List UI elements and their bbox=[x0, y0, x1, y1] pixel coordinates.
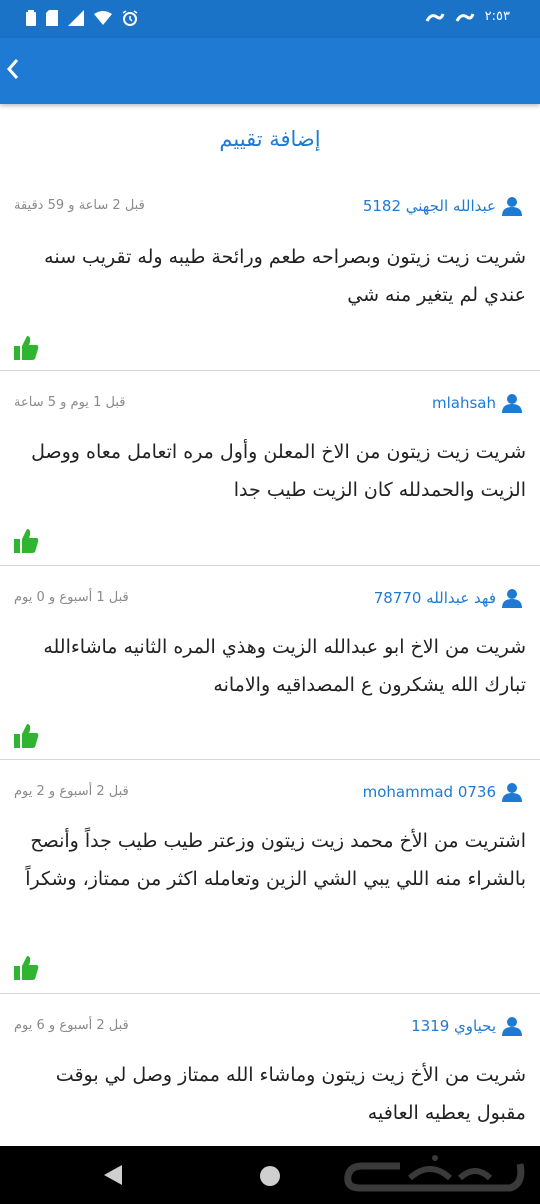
review-item: يحياوي 1319 قبل 2 أسبوع و 6 يوم شريت من … bbox=[0, 994, 540, 1155]
review-time: قبل 2 أسبوع و 6 يوم bbox=[14, 1018, 129, 1033]
review-text: شريت من الأخ زيت زيتون وماشاء الله ممتاز… bbox=[55, 1064, 526, 1124]
review-time: قبل 2 أسبوع و 2 يوم bbox=[14, 784, 129, 799]
status-right: ٢:٥٣ bbox=[425, 9, 510, 24]
app-notification-icon bbox=[455, 12, 475, 22]
user-icon bbox=[502, 394, 522, 413]
review-user[interactable]: فهد عبدالله 78770 bbox=[374, 588, 522, 608]
review-text: شريت من الاخ ابو عبدالله الزيت وهذي المر… bbox=[43, 636, 526, 696]
back-button[interactable] bbox=[6, 54, 26, 84]
battery-icon bbox=[26, 10, 36, 26]
review-time: قبل 1 أسبوع و 0 يوم bbox=[14, 590, 129, 605]
review-text: شريت زيت زيتون وبصراحه طعم ورائحة طيبه و… bbox=[44, 246, 526, 306]
alarm-icon bbox=[122, 10, 138, 26]
app-bar bbox=[0, 38, 540, 104]
status-time: ٢:٥٣ bbox=[484, 9, 510, 24]
app-notification-icon bbox=[425, 12, 445, 22]
review-user-name: mlahsah bbox=[432, 394, 496, 412]
review-item: عبدالله الجهني 5182 قبل 2 ساعة و 59 دقيق… bbox=[0, 174, 540, 371]
thumbs-up-icon[interactable] bbox=[12, 954, 40, 982]
add-review-label: إضافة تقييم bbox=[219, 127, 321, 151]
status-icons bbox=[26, 10, 138, 26]
wifi-icon bbox=[94, 11, 112, 25]
review-user[interactable]: عبدالله الجهني 5182 bbox=[363, 196, 522, 216]
sim-icon bbox=[46, 10, 58, 26]
review-user-name: يحياوي 1319 bbox=[411, 1017, 496, 1035]
review-user-name: فهد عبدالله 78770 bbox=[373, 589, 496, 607]
review-text: اشتريت من الأخ محمد زيت زيتون وزعتر طيب … bbox=[25, 830, 526, 890]
status-bar: ٢:٥٣ bbox=[0, 0, 540, 38]
review-user[interactable]: يحياوي 1319 bbox=[411, 1016, 522, 1036]
reviews-list[interactable]: عبدالله الجهني 5182 قبل 2 ساعة و 59 دقيق… bbox=[0, 174, 540, 1155]
user-icon bbox=[502, 783, 522, 802]
system-nav-bar bbox=[0, 1146, 540, 1204]
review-user[interactable]: mlahsah bbox=[432, 393, 522, 413]
review-text: شريت زيت زيتون من الاخ المعلن وأول مره ا… bbox=[31, 441, 526, 501]
review-time: قبل 2 ساعة و 59 دقيقة bbox=[14, 198, 145, 213]
add-review-button[interactable]: إضافة تقييم bbox=[0, 104, 540, 175]
thumbs-up-icon[interactable] bbox=[12, 527, 40, 555]
review-item: mohammad 0736 قبل 2 أسبوع و 2 يوم اشتريت… bbox=[0, 760, 540, 994]
review-item: فهد عبدالله 78770 قبل 1 أسبوع و 0 يوم شر… bbox=[0, 566, 540, 760]
user-icon bbox=[502, 197, 522, 216]
nav-back-icon[interactable] bbox=[102, 1164, 124, 1186]
user-icon bbox=[502, 589, 522, 608]
nav-home-icon[interactable] bbox=[260, 1166, 280, 1186]
user-icon bbox=[502, 1017, 522, 1036]
watermark-logo bbox=[344, 1155, 525, 1192]
review-user-name: عبدالله الجهني 5182 bbox=[362, 197, 496, 215]
thumbs-up-icon[interactable] bbox=[12, 334, 40, 362]
review-item: mlahsah قبل 1 يوم و 5 ساعة شريت زيت زيتو… bbox=[0, 371, 540, 566]
review-time: قبل 1 يوم و 5 ساعة bbox=[14, 395, 126, 410]
thumbs-up-icon[interactable] bbox=[12, 722, 40, 750]
review-user-name: mohammad 0736 bbox=[362, 783, 496, 801]
review-user[interactable]: mohammad 0736 bbox=[363, 782, 522, 802]
signal-icon bbox=[68, 10, 84, 26]
chevron-left-icon bbox=[6, 59, 19, 79]
